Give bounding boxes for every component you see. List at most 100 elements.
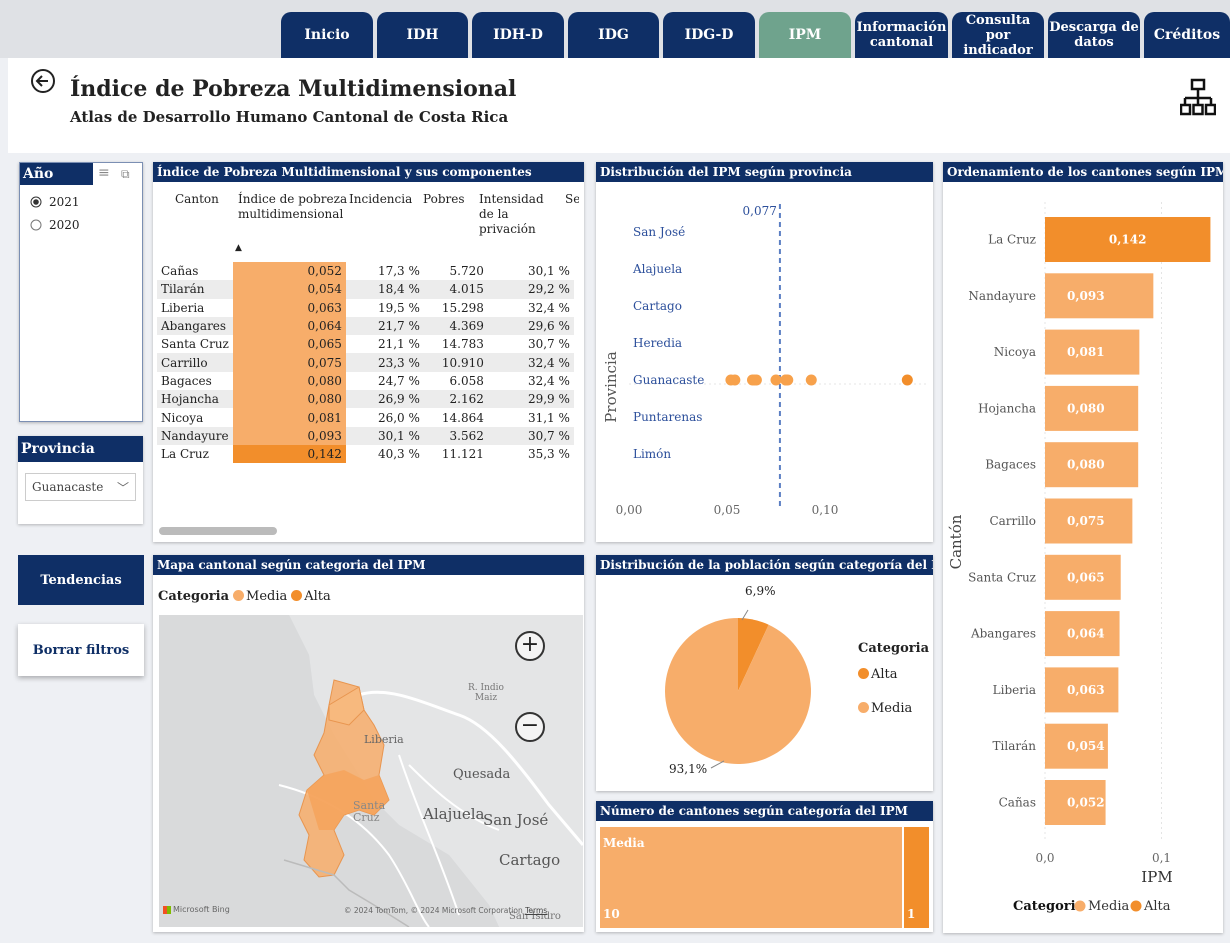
- map-copyright-text: © 2024 TomTom, © 2024 Microsoft Corporat…: [344, 906, 523, 915]
- table-cell-ipm: 0,064: [232, 316, 346, 336]
- table-cell: 30,7 %: [527, 337, 570, 352]
- sort-ascending-icon[interactable]: ▲: [235, 243, 242, 253]
- map-canvas[interactable]: [159, 615, 583, 927]
- map-copyright: © 2024 TomTom, © 2024 Microsoft Corporat…: [344, 906, 547, 915]
- rank-value-label: 0,093: [1067, 289, 1105, 303]
- tab-idg-d[interactable]: IDG-D: [663, 12, 755, 58]
- back-arrow-icon[interactable]: [30, 68, 56, 94]
- clear-filters-button[interactable]: Borrar filtros: [18, 624, 144, 676]
- dist-point[interactable]: [805, 374, 817, 386]
- table-cell: 4.015: [423, 280, 488, 299]
- counts-bar-media[interactable]: Media 10: [600, 827, 902, 928]
- table-row[interactable]: Cañas 0,052 17,3 % 5.720 30,1 %: [157, 262, 574, 281]
- map-terms-link[interactable]: Terms: [525, 906, 547, 915]
- rank-x-label: IPM: [1141, 868, 1172, 886]
- microsoft-logo-icon: [163, 905, 171, 914]
- map-label-cartago: Cartago: [499, 851, 561, 869]
- table-cell-canton: Nandayure: [157, 426, 233, 445]
- dist-x-tick: 0,05: [714, 503, 741, 517]
- table-cell-canton: Bagaces: [161, 373, 212, 388]
- radio-selected-icon[interactable]: [30, 196, 42, 208]
- zoom-in-button[interactable]: +: [515, 631, 545, 661]
- table-cell: 18,4 %: [345, 280, 424, 299]
- dist-point[interactable]: [750, 374, 762, 386]
- col-header-severidad[interactable]: Se: [565, 192, 579, 206]
- focus-mode-icon[interactable]: ⧉: [121, 167, 130, 182]
- table-row[interactable]: Hojancha 0,080 26,9 % 2.162 29,9 %: [157, 390, 574, 409]
- alta-dot-icon: [1130, 900, 1142, 912]
- radio-empty-icon[interactable]: [30, 219, 42, 231]
- ranking-panel: Ordenamiento de los cantones según IPM L…: [943, 162, 1223, 933]
- ipm-table-panel: Índice de Pobreza Multidimensional y sus…: [153, 162, 584, 542]
- map-label-indio-maiz: R. Indio Maiz: [468, 683, 504, 703]
- tab-informacion-cantonal[interactable]: Información cantonal: [855, 12, 948, 58]
- tab-idh-d[interactable]: IDH-D: [472, 12, 564, 58]
- tab-descarga-datos[interactable]: Descarga de datos: [1048, 12, 1140, 58]
- col-header-incidencia[interactable]: Incidencia: [349, 192, 412, 206]
- tab-creditos[interactable]: Créditos: [1144, 12, 1230, 58]
- filter-lines-icon[interactable]: ≡: [98, 165, 110, 181]
- col-header-pobres[interactable]: Pobres: [423, 192, 465, 206]
- horizontal-scrollbar[interactable]: [159, 527, 277, 535]
- table-cell-ipm: 0,052: [232, 262, 346, 281]
- table-row[interactable]: Abangares 0,064 21,7 % 4.369 29,6 %: [157, 316, 574, 336]
- map-label-alajuela: Alajuela: [423, 805, 485, 823]
- tab-consulta-indicador[interactable]: Consulta por indicador: [952, 12, 1044, 58]
- table-cell-ipm: 0,081: [232, 408, 346, 427]
- tab-idh[interactable]: IDH: [377, 12, 468, 58]
- map-legend-title: Categoria: [158, 589, 230, 604]
- ranking-chart-svg: La Cruz 0,142 Nandayure 0,093 Nicoya 0,081 Hoj…: [947, 202, 1211, 914]
- table-row[interactable]: Nicoya 0,081 26,0 % 14.864 31,1 %: [157, 408, 574, 427]
- table-row[interactable]: Santa Cruz 0,065 21,1 % 14.783 30,7 %: [157, 335, 574, 354]
- media-dot-icon: [858, 702, 869, 713]
- rank-canton-label: Abangares: [970, 627, 1036, 641]
- trends-button[interactable]: Tendencias: [18, 555, 144, 605]
- dist-point[interactable]: [782, 374, 794, 386]
- ipm-distribution-panel: Distribución del IPM según provincia 0,0…: [596, 162, 933, 542]
- table-row[interactable]: Tilarán 0,054 18,4 % 4.015 29,2 %: [157, 280, 574, 299]
- table-cell: 4.369: [423, 316, 488, 336]
- year-option-2020[interactable]: 2020: [30, 218, 80, 232]
- table-cell: 2.162: [423, 390, 488, 409]
- table-cell: 6.058: [449, 373, 484, 388]
- zoom-out-button[interactable]: −: [515, 712, 545, 742]
- table-row[interactable]: Carrillo 0,075 23,3 % 10.910 32,4 %: [157, 353, 574, 372]
- map-label-san-jose: San José: [483, 811, 549, 829]
- hierarchy-icon[interactable]: [1180, 78, 1216, 118]
- year-option-2021[interactable]: 2021: [30, 195, 80, 209]
- year-slicer: Año ≡ ⧉ 2021 2020: [19, 162, 143, 422]
- dist-point[interactable]: [729, 374, 741, 386]
- dist-point[interactable]: [770, 374, 782, 386]
- col-header-intensidad[interactable]: Intensidad de la privación: [479, 192, 559, 237]
- tab-inicio[interactable]: Inicio: [281, 12, 373, 58]
- chevron-down-icon: ﹀: [116, 481, 129, 495]
- province-label: Cartago: [633, 299, 682, 313]
- rank-canton-label: Hojancha: [978, 401, 1036, 415]
- tab-idg[interactable]: IDG: [568, 12, 659, 58]
- table-cell-canton: Hojancha: [157, 390, 233, 409]
- counts-title: Número de cantones según categoría del I…: [596, 801, 933, 821]
- table-cell: 29,2 %: [487, 280, 574, 299]
- rank-x-tick: 0,1: [1152, 851, 1171, 865]
- table-cell-canton: Tilarán: [157, 280, 233, 299]
- table-cell: 14.864: [441, 410, 484, 425]
- province-dropdown-value: Guanacaste: [32, 480, 104, 494]
- pie-leader-line: [710, 760, 725, 769]
- dist-point[interactable]: [901, 374, 913, 386]
- table-row[interactable]: Bagaces 0,080 24,7 % 6.058 32,4 %: [157, 371, 574, 391]
- table-cell: 30,1 %: [345, 426, 424, 445]
- pie-slice-media[interactable]: [665, 618, 811, 764]
- pie-title: Distribución de la población según categ…: [596, 555, 933, 575]
- col-header-ipm[interactable]: Índice de pobreza multidimensional: [238, 192, 348, 222]
- rank-legend-title: Categoria: [1013, 899, 1085, 914]
- rank-canton-label: La Cruz: [988, 233, 1036, 247]
- table-row[interactable]: Liberia 0,063 19,5 % 15.298 32,4 %: [157, 298, 574, 317]
- tab-ipm[interactable]: IPM: [759, 12, 851, 58]
- rank-value-label: 0,142: [1109, 233, 1147, 247]
- rank-value-label: 0,052: [1067, 796, 1105, 810]
- province-dropdown[interactable]: Guanacaste ﹀: [25, 473, 136, 501]
- counts-bar-alta[interactable]: 1: [904, 827, 929, 928]
- table-row[interactable]: Nandayure 0,093 30,1 % 3.562 30,7 %: [157, 426, 574, 445]
- col-header-canton[interactable]: Canton: [175, 192, 219, 206]
- table-row[interactable]: La Cruz 0,142 40,3 % 11.121 35,3 %: [157, 444, 574, 464]
